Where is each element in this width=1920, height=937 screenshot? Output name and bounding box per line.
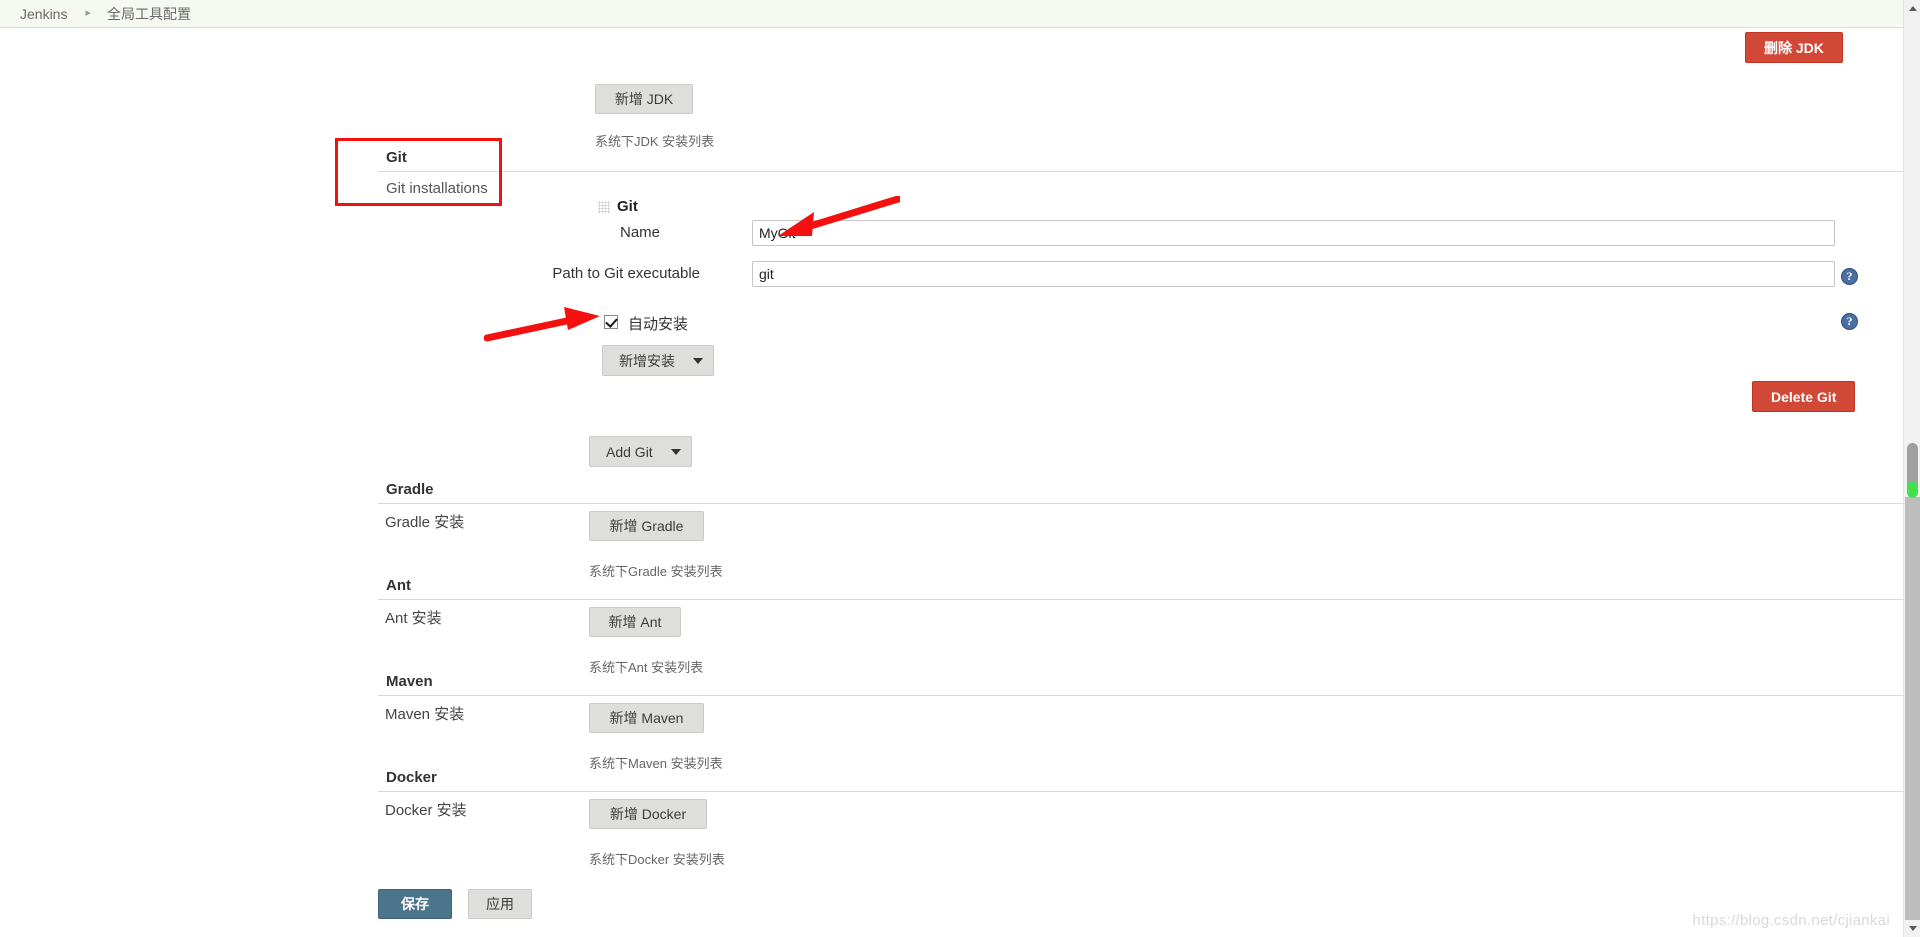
maven-section-title: Maven <box>386 673 433 690</box>
add-git-button[interactable]: Add Git <box>589 436 692 467</box>
add-git-label: Add Git <box>606 443 653 460</box>
git-entry-title: Git <box>617 198 638 215</box>
annotation-arrow-auto-install <box>484 307 600 342</box>
scroll-down-arrow-icon[interactable] <box>1904 920 1920 937</box>
config-page: 删除 JDK 新增 JDK 系统下JDK 安装列表 Git Git instal… <box>0 28 1920 937</box>
git-name-label: Name <box>619 224 660 241</box>
add-jdk-button[interactable]: 新增 JDK <box>595 84 693 114</box>
breadcrumb-item-global-tool-config[interactable]: 全局工具配置 <box>105 4 193 24</box>
docker-section-divider <box>378 791 1920 792</box>
breadcrumb-separator-icon: ▸ <box>85 7 91 19</box>
apply-button[interactable]: 应用 <box>468 889 532 919</box>
git-installations-label: Git installations <box>386 180 488 197</box>
git-entry-header: Git <box>598 198 638 215</box>
docker-section-title: Docker <box>386 769 437 786</box>
scroll-up-arrow-icon[interactable] <box>1904 0 1920 17</box>
git-path-input[interactable] <box>752 261 1835 287</box>
add-installer-label: 新增安装 <box>619 352 675 369</box>
drag-handle-icon[interactable] <box>598 200 610 214</box>
breadcrumb-item-jenkins[interactable]: Jenkins <box>18 6 69 22</box>
gradle-row-label: Gradle 安装 <box>385 514 465 531</box>
ant-row-label: Ant 安装 <box>385 610 442 627</box>
help-icon-git-path[interactable]: ? <box>1841 268 1858 285</box>
add-maven-button[interactable]: 新增 Maven <box>589 703 704 733</box>
add-installer-button[interactable]: 新增安装 <box>602 345 714 376</box>
delete-jdk-button[interactable]: 删除 JDK <box>1745 32 1843 63</box>
git-section-divider <box>378 171 1920 172</box>
git-name-input[interactable] <box>752 220 1835 246</box>
gradle-section-title: Gradle <box>386 481 434 498</box>
git-path-label: Path to Git executable <box>552 265 700 282</box>
watermark: https://blog.csdn.net/cjiankai <box>1692 912 1890 929</box>
scrollbar-position-indicator <box>1907 481 1918 498</box>
gradle-section-divider <box>378 503 1920 504</box>
breadcrumb: Jenkins ▸ 全局工具配置 <box>0 0 1920 28</box>
auto-install-checkbox[interactable] <box>604 315 618 329</box>
add-ant-button[interactable]: 新增 Ant <box>589 607 681 637</box>
ant-section-divider <box>378 599 1920 600</box>
delete-git-button[interactable]: Delete Git <box>1752 381 1856 412</box>
add-docker-button[interactable]: 新增 Docker <box>589 799 707 829</box>
ant-section-title: Ant <box>386 577 411 594</box>
jdk-hint: 系统下JDK 安装列表 <box>595 134 715 149</box>
chevron-down-icon <box>693 357 703 364</box>
docker-hint: 系统下Docker 安装列表 <box>589 852 725 867</box>
help-icon-auto-install[interactable]: ? <box>1841 313 1858 330</box>
vertical-scrollbar[interactable] <box>1903 0 1920 937</box>
chevron-down-icon <box>670 448 681 455</box>
scrollbar-track-block[interactable] <box>1905 497 1920 937</box>
docker-row-label: Docker 安装 <box>385 802 467 819</box>
maven-row-label: Maven 安装 <box>385 706 465 723</box>
git-section-title: Git <box>386 149 407 166</box>
maven-section-divider <box>378 695 1920 696</box>
save-button[interactable]: 保存 <box>378 889 452 919</box>
auto-install-label: 自动安装 <box>628 316 689 333</box>
add-gradle-button[interactable]: 新增 Gradle <box>589 511 704 541</box>
